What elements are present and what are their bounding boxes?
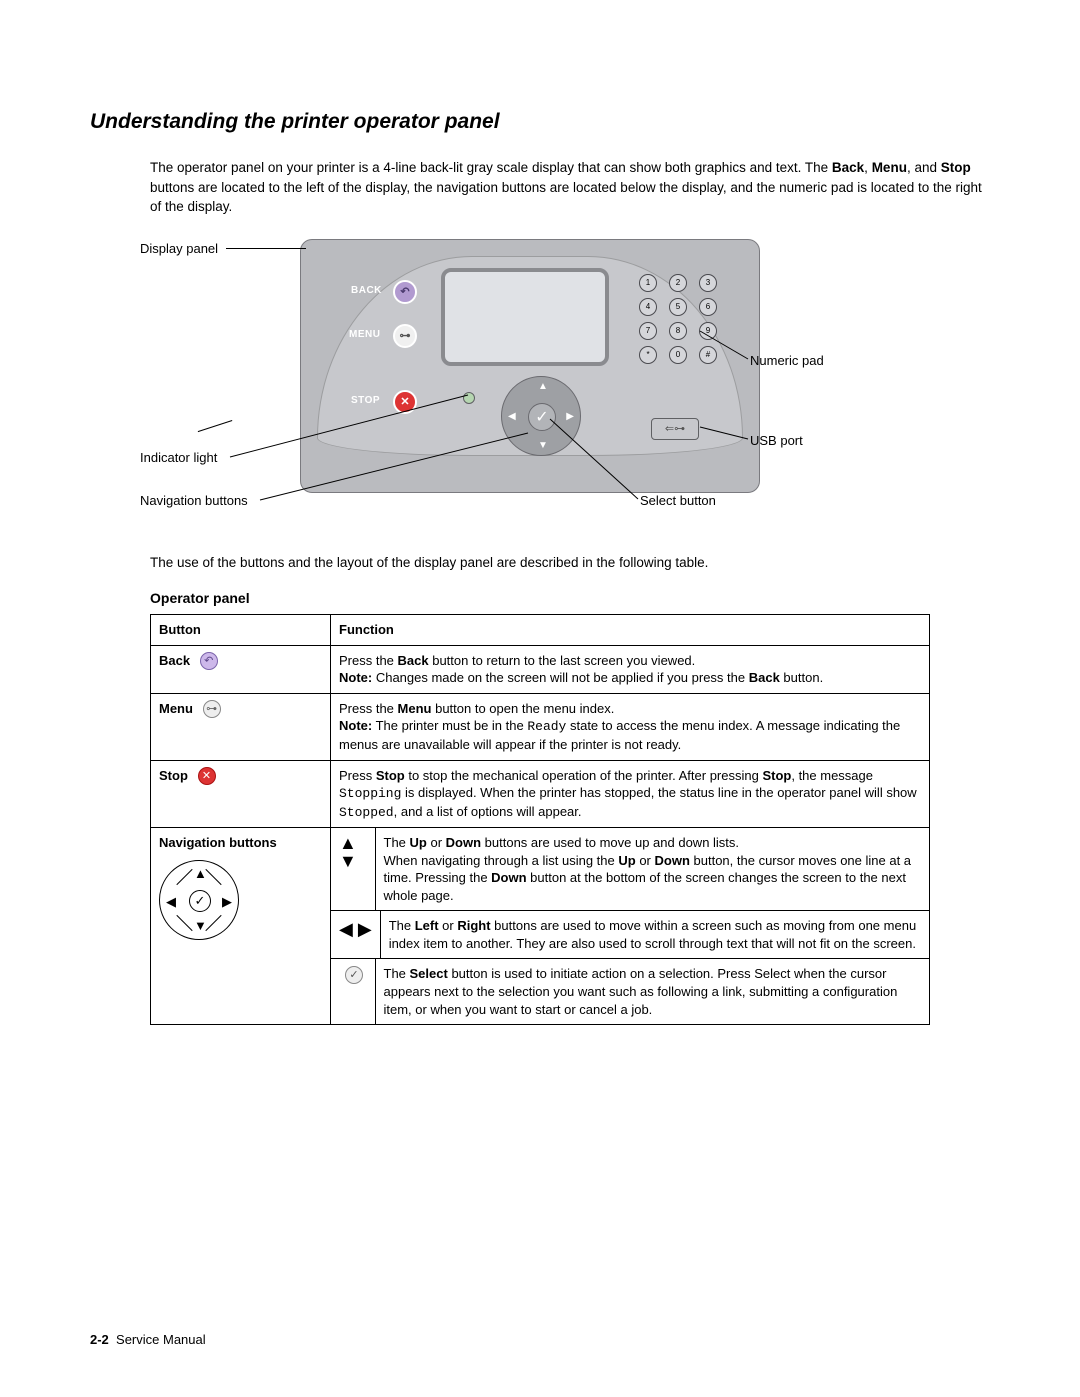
intro-paragraph: The operator panel on your printer is a … <box>150 158 990 217</box>
row-menu-function: Press the Menu button to open the menu i… <box>331 693 930 760</box>
row-nav-leftright: The Left or Right buttons are used to mo… <box>380 911 929 958</box>
navigation-diagram-icon: ▲ ▼ ◀ ▶ ✓ <box>159 860 239 940</box>
back-button-icon: ↶ <box>393 280 417 304</box>
table-row: Stop ✕ Press Stop to stop the mechanical… <box>151 760 930 828</box>
table-row: Menu ⊶ Press the Menu button to open the… <box>151 693 930 760</box>
menu-icon: ⊶ <box>203 700 221 718</box>
row-nav-label: Navigation buttons <box>159 835 277 850</box>
label-menu: MENU <box>349 329 380 340</box>
table-row: Back ↶ Press the Back button to return t… <box>151 645 930 693</box>
th-function: Function <box>331 615 930 646</box>
row-back-function: Press the Back button to return to the l… <box>331 645 930 693</box>
keypad-key: 0 <box>669 346 687 364</box>
page-title: Understanding the printer operator panel <box>90 110 990 134</box>
display-panel <box>441 268 609 366</box>
callout-display-panel: Display panel <box>140 241 218 256</box>
keypad-key: 1 <box>639 274 657 292</box>
keypad-key: 6 <box>699 298 717 316</box>
keypad-key: 4 <box>639 298 657 316</box>
leader-line <box>550 419 670 509</box>
leader-line <box>700 331 760 371</box>
back-icon: ↶ <box>200 652 218 670</box>
leader-line <box>260 433 560 513</box>
up-down-arrows-icon: ▲▼ <box>339 834 357 870</box>
callout-numeric-pad: Numeric pad <box>750 353 824 368</box>
keypad-key: 3 <box>699 274 717 292</box>
table-title: Operator panel <box>150 590 990 606</box>
callout-navigation-buttons: Navigation buttons <box>140 493 248 508</box>
callout-indicator-light: Indicator light <box>140 450 217 465</box>
keypad-key: 8 <box>669 322 687 340</box>
row-stop-label: Stop <box>159 768 188 783</box>
below-intro: The use of the buttons and the layout of… <box>150 553 990 573</box>
row-menu-label: Menu <box>159 701 193 716</box>
leader-line <box>700 427 760 447</box>
menu-button-icon: ⊶ <box>393 324 417 348</box>
page-footer: 2-2 Service Manual <box>90 1332 206 1347</box>
th-button: Button <box>151 615 331 646</box>
label-back: BACK <box>351 285 382 296</box>
keypad-key: 5 <box>669 298 687 316</box>
stop-icon: ✕ <box>198 767 216 785</box>
row-back-label: Back <box>159 653 190 668</box>
left-right-arrows-icon: ◀ ▶ <box>339 917 372 941</box>
row-stop-function: Press Stop to stop the mechanical operat… <box>331 760 930 828</box>
operator-panel-table: Button Function Back ↶ Press the Back bu… <box>150 614 930 1025</box>
keypad-key: 7 <box>639 322 657 340</box>
operator-panel-diagram: BACK ↶ MENU ⊶ STOP ✕ ▲ ▼ ◀ ▶ ✓ 1 2 3 <box>140 235 940 535</box>
table-row: Navigation buttons ▲ ▼ ◀ ▶ ✓ <box>151 828 930 911</box>
select-icon: ✓ <box>345 966 363 984</box>
row-nav-select: The Select button is used to initiate ac… <box>375 959 929 1024</box>
keypad-key: * <box>639 346 657 364</box>
row-nav-updown: The Up or Down buttons are used to move … <box>375 828 929 910</box>
keypad-key: 2 <box>669 274 687 292</box>
